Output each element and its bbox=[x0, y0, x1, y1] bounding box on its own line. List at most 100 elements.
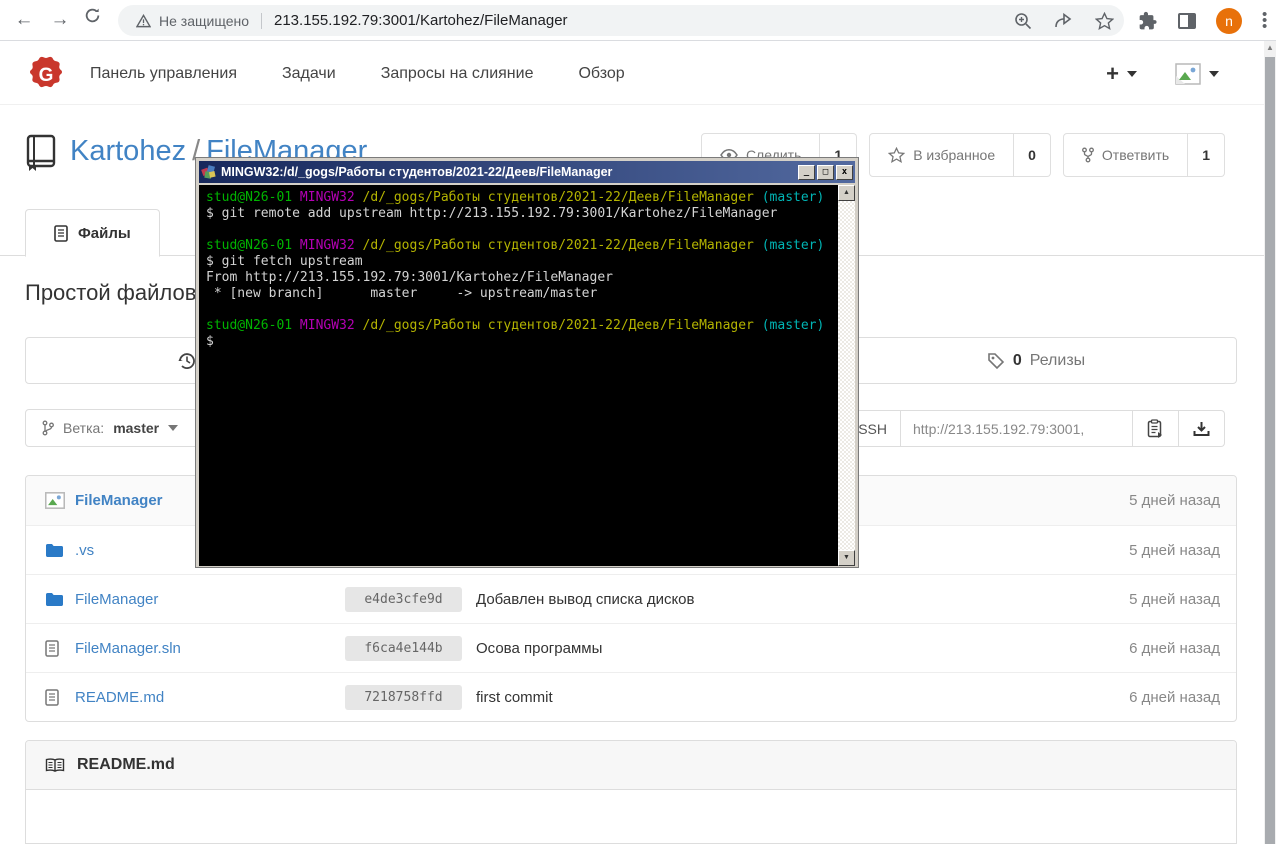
fork-button-group: Ответвить 1 bbox=[1062, 133, 1225, 177]
page-scrollbar-thumb[interactable] bbox=[1265, 57, 1275, 844]
mingw-terminal-window[interactable]: MINGW32:/d/_gogs/Работы студентов/2021-2… bbox=[196, 158, 858, 567]
repo-description: Простой файлов bbox=[25, 280, 197, 305]
user-menu-dropdown[interactable] bbox=[1175, 62, 1219, 85]
page-scrollbar[interactable]: ▲ bbox=[1264, 41, 1276, 844]
chevron-down-icon bbox=[1127, 70, 1137, 77]
gogs-navbar: G Панель управления Задачи Запросы на сл… bbox=[0, 42, 1264, 105]
clone-url-input[interactable] bbox=[901, 410, 1133, 447]
branch-selector[interactable]: Ветка: master bbox=[25, 409, 215, 447]
file-icon bbox=[45, 688, 59, 706]
table-row: README.md 7218758ffd first commit 6 дней… bbox=[26, 672, 1236, 721]
table-row: FileManager.sln f6ca4e144b Осова програм… bbox=[26, 623, 1236, 672]
broken-avatar-icon bbox=[45, 492, 65, 509]
file-time: 5 дней назад bbox=[1129, 590, 1220, 608]
scrollbar-down-arrow-icon[interactable]: ▼ bbox=[838, 550, 855, 566]
browser-back-button[interactable]: ← bbox=[10, 6, 38, 34]
nav-issues[interactable]: Задачи bbox=[282, 65, 336, 83]
file-time: 6 дней назад bbox=[1129, 688, 1220, 706]
zoom-icon[interactable] bbox=[1014, 12, 1032, 30]
side-panel-icon[interactable] bbox=[1178, 12, 1196, 29]
not-secure-warning-icon bbox=[136, 13, 151, 28]
repo-book-icon bbox=[26, 134, 56, 171]
file-link[interactable]: FileManager.sln bbox=[75, 640, 345, 657]
file-time: 6 дней назад bbox=[1129, 639, 1220, 657]
download-icon bbox=[1193, 421, 1210, 436]
commit-hash-badge[interactable]: e4de3cfe9d bbox=[345, 586, 462, 612]
table-row: FileManager e4de3cfe9d Добавлен вывод сп… bbox=[26, 574, 1236, 623]
chevron-down-icon bbox=[168, 425, 179, 431]
address-bar[interactable]: Не защищено 213.155.192.79:3001/Kartohez… bbox=[118, 5, 1124, 36]
commit-message[interactable]: Осова программы bbox=[476, 640, 602, 657]
star-button[interactable]: В избранное bbox=[869, 133, 1015, 177]
repo-owner-link[interactable]: Kartohez bbox=[70, 135, 186, 167]
plus-icon: + bbox=[1106, 60, 1119, 86]
star-icon bbox=[888, 147, 906, 163]
commit-time: 5 дней назад bbox=[1129, 492, 1220, 509]
maximize-button[interactable]: □ bbox=[817, 164, 834, 180]
gogs-logo-icon[interactable]: G bbox=[28, 56, 64, 92]
file-icon bbox=[54, 224, 68, 242]
nav-explore[interactable]: Обзор bbox=[578, 65, 624, 83]
git-gui-icon bbox=[201, 164, 216, 179]
releases-label: Релизы bbox=[1029, 351, 1086, 369]
star-label: В избранное bbox=[913, 147, 996, 163]
releases-stat[interactable]: 0 Релизы bbox=[834, 338, 1238, 383]
tag-icon bbox=[988, 352, 1004, 369]
star-button-group: В избранное 0 bbox=[869, 133, 1051, 177]
nav-pull-requests[interactable]: Запросы на слияние bbox=[381, 65, 534, 83]
svg-text:G: G bbox=[39, 65, 54, 86]
commit-hash-badge[interactable]: f6ca4e144b bbox=[345, 635, 462, 661]
terminal-title: MINGW32:/d/_gogs/Работы студентов/2021-2… bbox=[221, 165, 613, 179]
scrollbar-up-arrow-icon[interactable]: ▲ bbox=[1264, 43, 1276, 52]
commit-history-icon[interactable] bbox=[176, 350, 198, 372]
broken-avatar-icon bbox=[1175, 62, 1201, 85]
minimize-button[interactable]: _ bbox=[798, 164, 815, 180]
browser-reload-button[interactable] bbox=[84, 7, 112, 35]
address-divider bbox=[261, 12, 262, 29]
open-book-icon bbox=[45, 757, 65, 772]
copy-clipboard-button[interactable] bbox=[1133, 410, 1179, 447]
terminal-output: stud@N26-01 MINGW32 /d/_gogs/Работы студ… bbox=[206, 190, 825, 349]
readme-panel: README.md bbox=[25, 740, 1237, 844]
folder-icon bbox=[46, 543, 63, 557]
tab-files-label: Файлы bbox=[78, 224, 131, 242]
folder-icon bbox=[46, 592, 63, 606]
fork-icon bbox=[1081, 147, 1094, 163]
commit-message[interactable]: first commit bbox=[476, 689, 553, 706]
clipboard-icon bbox=[1147, 419, 1162, 438]
releases-count: 0 bbox=[1012, 351, 1022, 369]
browser-forward-button[interactable]: → bbox=[46, 6, 74, 34]
branch-icon bbox=[42, 420, 54, 436]
browser-profile-avatar[interactable]: n bbox=[1216, 7, 1242, 34]
bookmark-star-icon[interactable] bbox=[1095, 11, 1114, 30]
file-link[interactable]: FileManager bbox=[75, 591, 345, 608]
chevron-down-icon bbox=[1209, 70, 1219, 77]
tab-files[interactable]: Файлы bbox=[25, 209, 160, 257]
fork-count[interactable]: 1 bbox=[1188, 133, 1225, 177]
readme-title: README.md bbox=[77, 756, 175, 773]
extensions-puzzle-icon[interactable] bbox=[1138, 11, 1158, 31]
browser-toolbar: ← → Не защищено 213.155.192.79:3001/Kart… bbox=[0, 0, 1276, 41]
file-icon bbox=[45, 639, 59, 657]
star-count[interactable]: 0 bbox=[1014, 133, 1051, 177]
terminal-scrollbar[interactable]: ▲ ▼ bbox=[838, 185, 855, 566]
nav-dashboard[interactable]: Панель управления bbox=[90, 65, 237, 83]
fork-label: Ответвить bbox=[1101, 147, 1170, 163]
file-link[interactable]: README.md bbox=[75, 689, 345, 706]
commit-message[interactable]: Добавлен вывод списка дисков bbox=[476, 591, 695, 608]
branch-label: Ветка: bbox=[63, 420, 105, 436]
commit-hash-badge[interactable]: 7218758ffd bbox=[345, 684, 462, 710]
create-new-dropdown[interactable]: + bbox=[1106, 60, 1137, 86]
download-button[interactable] bbox=[1179, 410, 1225, 447]
url-text[interactable]: 213.155.192.79:3001/Kartohez/FileManager bbox=[274, 12, 568, 29]
fork-button[interactable]: Ответвить bbox=[1062, 133, 1189, 177]
terminal-titlebar[interactable]: MINGW32:/d/_gogs/Работы студентов/2021-2… bbox=[199, 161, 855, 183]
share-icon[interactable] bbox=[1054, 12, 1073, 29]
scrollbar-up-arrow-icon[interactable]: ▲ bbox=[838, 185, 855, 201]
terminal-body[interactable]: stud@N26-01 MINGW32 /d/_gogs/Работы студ… bbox=[199, 185, 855, 566]
security-label[interactable]: Не защищено bbox=[159, 13, 249, 29]
close-button[interactable]: x bbox=[836, 164, 853, 180]
file-time: 5 дней назад bbox=[1129, 541, 1220, 559]
browser-menu-icon[interactable]: • • • bbox=[1262, 7, 1268, 34]
branch-name: master bbox=[113, 420, 160, 436]
